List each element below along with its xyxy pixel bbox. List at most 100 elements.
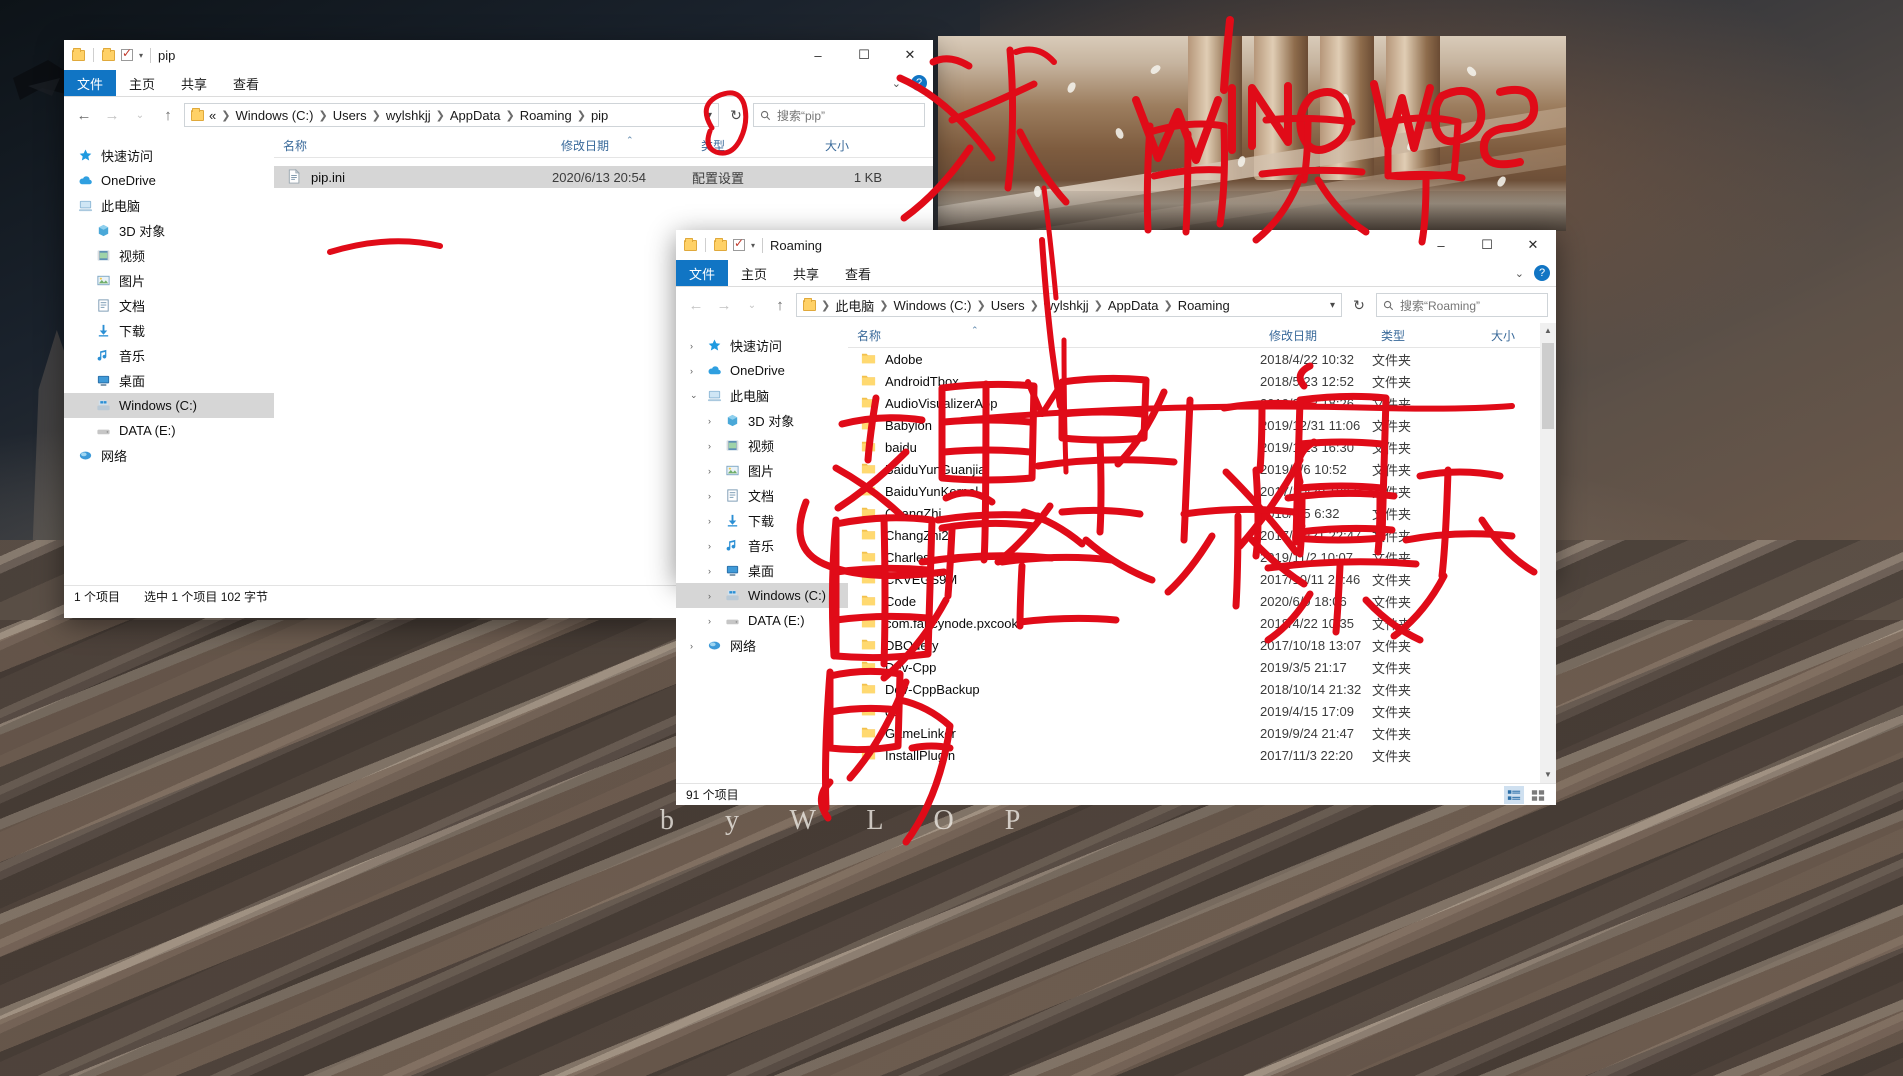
refresh-button[interactable]: ↻ bbox=[723, 107, 749, 124]
expander-icon[interactable]: › bbox=[690, 641, 700, 651]
tab-share[interactable]: 共享 bbox=[168, 70, 220, 96]
table-row[interactable]: Dev-CppBackup 2018/10/14 21:32 文件夹 bbox=[848, 678, 1556, 700]
table-row[interactable]: ChangZhi2 2017/12/21 22:47 文件夹 bbox=[848, 524, 1556, 546]
breadcrumb-windows-c[interactable]: Windows (C:) bbox=[235, 108, 313, 123]
scrollbar-thumb[interactable] bbox=[1542, 343, 1554, 429]
window-controls[interactable]: – ☐ ✕ bbox=[1418, 230, 1556, 260]
column-type[interactable]: 类型 bbox=[1372, 327, 1482, 344]
address-bar[interactable]: « ❯ Windows (C:) ❯ Users ❯ wylshkjj ❯ Ap… bbox=[184, 103, 719, 127]
breadcrumb-users[interactable]: Users bbox=[333, 108, 367, 123]
column-headers[interactable]: ⌃ 名称 修改日期 类型 大小 bbox=[274, 133, 933, 158]
table-row[interactable]: CKVEGS9M 2017/10/11 21:46 文件夹 bbox=[848, 568, 1556, 590]
expander-icon[interactable]: › bbox=[708, 416, 718, 426]
breadcrumb-appdata[interactable]: AppData bbox=[1108, 298, 1159, 313]
help-icon[interactable]: ? bbox=[1534, 265, 1550, 281]
sidebar-item-documents[interactable]: 文档 bbox=[64, 293, 274, 318]
ribbon-tabs[interactable]: 文件 主页 共享 查看 ⌄ ? bbox=[64, 70, 933, 96]
breadcrumb-pip[interactable]: pip bbox=[591, 108, 608, 123]
sidebar-item-this-pc[interactable]: 此电脑 bbox=[64, 193, 274, 218]
sidebar-item-pictures[interactable]: › 图片 bbox=[676, 458, 848, 483]
breadcrumb-username[interactable]: wylshkjj bbox=[386, 108, 431, 123]
sidebar-item-music[interactable]: › 音乐 bbox=[676, 533, 848, 558]
table-row[interactable]: GameLinker 2019/9/24 21:47 文件夹 bbox=[848, 722, 1556, 744]
sidebar-item-quick-access[interactable]: 快速访问 bbox=[64, 143, 274, 168]
ribbon-tabs[interactable]: 文件 主页 共享 查看 ⌄ ? bbox=[676, 260, 1556, 286]
breadcrumb-windows-c[interactable]: Windows (C:) bbox=[893, 298, 971, 313]
column-type[interactable]: 类型 bbox=[692, 137, 816, 154]
view-mode-buttons[interactable] bbox=[1504, 786, 1548, 804]
navigation-bar[interactable]: ← → ⌄ ↑ « ❯ Windows (C:) ❯ Users ❯ wylsh… bbox=[64, 97, 933, 133]
minimize-button[interactable]: – bbox=[1418, 230, 1464, 260]
sidebar-item-windows-c[interactable]: › Windows (C:) bbox=[676, 583, 848, 608]
sidebar-item-network[interactable]: › 网络 bbox=[676, 633, 848, 658]
sidebar-item-onedrive[interactable]: OneDrive bbox=[64, 168, 274, 193]
titlebar[interactable]: ▾ pip – ☐ ✕ bbox=[64, 40, 933, 70]
file-rows-container[interactable]: Adobe 2018/4/22 10:32 文件夹 AndroidTbox 2018/5… bbox=[848, 348, 1556, 766]
search-box[interactable]: 搜索“Roaming” bbox=[1376, 293, 1548, 317]
minimize-button[interactable]: – bbox=[795, 40, 841, 70]
breadcrumb-username[interactable]: wylshkjj bbox=[1044, 298, 1089, 313]
quick-access-toolbar[interactable]: ▾ bbox=[72, 46, 143, 62]
expander-icon[interactable]: › bbox=[690, 341, 700, 351]
file-list-pane[interactable]: ⌃ 名称 修改日期 类型 大小 Adobe 2018/4/22 10:32 文件夹 A… bbox=[848, 323, 1556, 783]
sidebar-item-music[interactable]: 音乐 bbox=[64, 343, 274, 368]
table-row[interactable]: AudioVisualizerApp 2019/3/22 18:26 文件夹 bbox=[848, 392, 1556, 414]
recent-locations-button[interactable]: ⌄ bbox=[740, 300, 764, 311]
tab-file[interactable]: 文件 bbox=[64, 70, 117, 96]
address-bar[interactable]: ❯ 此电脑 ❯ Windows (C:) ❯ Users ❯ wylshkjj … bbox=[796, 293, 1342, 317]
vertical-scrollbar[interactable]: ▲ ▼ bbox=[1540, 323, 1556, 783]
back-button[interactable]: ← bbox=[684, 297, 708, 314]
sidebar-item-downloads[interactable]: › 下载 bbox=[676, 508, 848, 533]
table-row[interactable]: Adobe 2018/4/22 10:32 文件夹 bbox=[848, 348, 1556, 370]
search-box[interactable]: 搜索“pip” bbox=[753, 103, 925, 127]
expander-icon[interactable]: › bbox=[690, 366, 700, 376]
folder-icon[interactable] bbox=[714, 237, 727, 251]
table-row[interactable]: com.fancynode.pxcook 2018/4/22 10:35 文件夹 bbox=[848, 612, 1556, 634]
sidebar-item-data-e[interactable]: › DATA (E:) bbox=[676, 608, 848, 633]
tab-view[interactable]: 查看 bbox=[832, 260, 884, 286]
expander-icon[interactable]: › bbox=[708, 491, 718, 501]
up-button[interactable]: ↑ bbox=[156, 107, 180, 124]
table-row[interactable]: BaiduYunGuanjia 2019/4/6 10:52 文件夹 bbox=[848, 458, 1556, 480]
sidebar-item-data-e[interactable]: DATA (E:) bbox=[64, 418, 274, 443]
expander-icon[interactable]: › bbox=[708, 566, 718, 576]
collapse-ribbon-icon[interactable]: ⌄ bbox=[1515, 267, 1524, 280]
expander-icon[interactable]: ⌄ bbox=[690, 390, 700, 401]
tab-view[interactable]: 查看 bbox=[220, 70, 272, 96]
checkbox-icon[interactable] bbox=[121, 46, 133, 61]
folder-icon[interactable] bbox=[102, 47, 115, 61]
sidebar-item-videos[interactable]: 视频 bbox=[64, 243, 274, 268]
help-icon[interactable]: ? bbox=[911, 75, 927, 91]
sidebar-item-desktop[interactable]: 桌面 bbox=[64, 368, 274, 393]
tab-home[interactable]: 主页 bbox=[728, 260, 780, 286]
column-date[interactable]: 修改日期 bbox=[552, 137, 692, 154]
table-row[interactable]: baidu 2019/1/23 16:30 文件夹 bbox=[848, 436, 1556, 458]
breadcrumb-roaming[interactable]: Roaming bbox=[1178, 298, 1230, 313]
window-controls[interactable]: – ☐ ✕ bbox=[795, 40, 933, 70]
sidebar-item-windows-c[interactable]: Windows (C:) bbox=[64, 393, 274, 418]
close-button[interactable]: ✕ bbox=[1510, 230, 1556, 260]
sidebar-item-quick-access[interactable]: › 快速访问 bbox=[676, 333, 848, 358]
sidebar-item-documents[interactable]: › 文档 bbox=[676, 483, 848, 508]
table-row[interactable]: Babylon 2019/12/31 11:06 文件夹 bbox=[848, 414, 1556, 436]
checkbox-icon[interactable] bbox=[733, 236, 745, 251]
column-name[interactable]: 名称 bbox=[848, 327, 1260, 344]
scroll-up-arrow[interactable]: ▲ bbox=[1540, 323, 1556, 339]
up-button[interactable]: ↑ bbox=[768, 297, 792, 314]
table-row[interactable]: BaiduYunKernel 2017/10/29 18:59 文件夹 bbox=[848, 480, 1556, 502]
expander-icon[interactable]: › bbox=[708, 516, 718, 526]
tab-share[interactable]: 共享 bbox=[780, 260, 832, 286]
navigation-bar[interactable]: ← → ⌄ ↑ ❯ 此电脑 ❯ Windows (C:) ❯ Users ❯ w… bbox=[676, 287, 1556, 323]
table-row[interactable]: InstallPlugin 2017/11/3 22:20 文件夹 bbox=[848, 744, 1556, 766]
refresh-button[interactable]: ↻ bbox=[1346, 297, 1372, 314]
column-size[interactable]: 大小 bbox=[816, 137, 896, 154]
breadcrumb-roaming[interactable]: Roaming bbox=[520, 108, 572, 123]
navigation-pane[interactable]: 快速访问 OneDrive 此电脑 3D 对象 视频 图片 文档 下载 音乐 桌… bbox=[64, 133, 274, 585]
column-headers[interactable]: ⌃ 名称 修改日期 类型 大小 bbox=[848, 323, 1556, 348]
explorer-window-roaming-main[interactable]: ▾ Roaming – ☐ ✕ 文件 主页 共享 查看 ⌄ ? ← → ⌄ ↑ … bbox=[676, 230, 1556, 805]
sidebar-item-desktop[interactable]: › 桌面 bbox=[676, 558, 848, 583]
table-row[interactable]: pip.ini 2020/6/13 20:54 配置设置 1 KB bbox=[274, 166, 933, 188]
close-button[interactable]: ✕ bbox=[887, 40, 933, 70]
breadcrumb-root[interactable]: « bbox=[209, 108, 216, 123]
sidebar-item-onedrive[interactable]: › OneDrive bbox=[676, 358, 848, 383]
